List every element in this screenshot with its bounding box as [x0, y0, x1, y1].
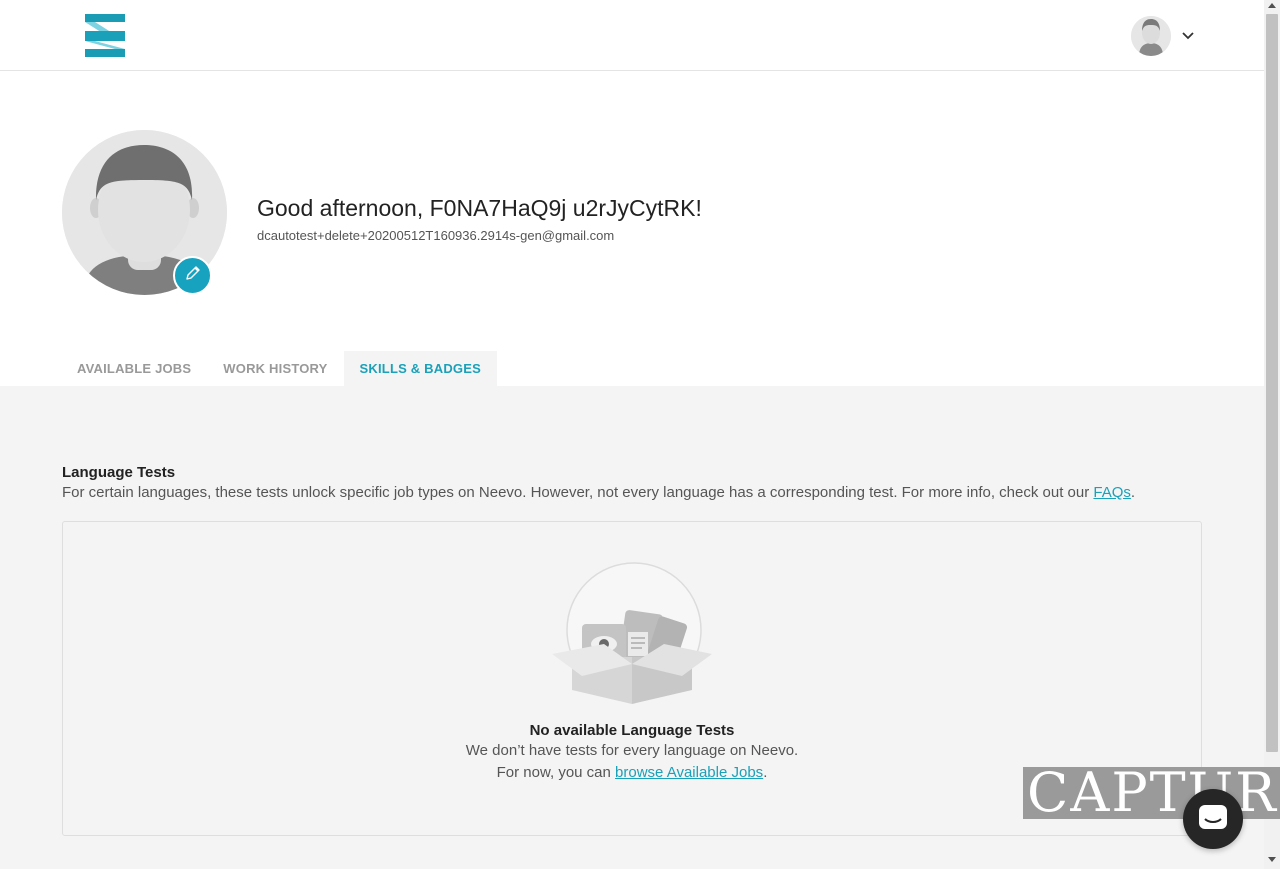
tab-work-history[interactable]: WORK HISTORY: [207, 351, 343, 386]
user-avatar[interactable]: [1131, 16, 1171, 56]
pencil-icon: [184, 264, 202, 287]
tab-available-jobs[interactable]: AVAILABLE JOBS: [61, 351, 207, 386]
language-tests-description: For certain languages, these tests unloc…: [62, 484, 1135, 501]
browse-available-jobs-link[interactable]: browse Available Jobs: [615, 764, 763, 781]
empty-state-text: We don’t have tests for every language o…: [465, 742, 799, 759]
greeting-title: Good afternoon, F0NA7HaQ9j u2rJyCytRK!: [257, 195, 702, 221]
tab-skills-badges[interactable]: SKILLS & BADGES: [343, 351, 497, 386]
faqs-link[interactable]: FAQs: [1093, 484, 1131, 501]
scroll-thumb[interactable]: [1266, 14, 1278, 752]
chevron-down-icon[interactable]: [1180, 28, 1196, 44]
scroll-down-arrow-icon[interactable]: [1268, 857, 1276, 862]
cta-text: For now, you can: [496, 764, 616, 781]
cta-suffix: .: [763, 764, 768, 781]
language-tests-title: Language Tests: [62, 464, 176, 481]
chat-launcher-button[interactable]: [1183, 789, 1243, 849]
description-suffix: .: [1130, 484, 1136, 501]
user-email: dcautotest+delete+20200512T160936.2914s-…: [257, 228, 615, 243]
edit-profile-button[interactable]: [173, 256, 212, 295]
page-scrollbar[interactable]: [1264, 0, 1280, 869]
top-header: [0, 0, 1264, 71]
neevo-logo[interactable]: [83, 14, 127, 57]
description-text: For certain languages, these tests unloc…: [62, 484, 1094, 501]
profile-hero: Good afternoon, F0NA7HaQ9j u2rJyCytRK! d…: [0, 71, 1264, 386]
empty-state-title: No available Language Tests: [529, 722, 735, 739]
empty-box-icon: [552, 562, 714, 704]
profile-tabs: AVAILABLE JOBS WORK HISTORY SKILLS & BAD…: [61, 351, 497, 386]
chat-icon: [1198, 804, 1228, 835]
scroll-up-arrow-icon[interactable]: [1268, 3, 1276, 8]
